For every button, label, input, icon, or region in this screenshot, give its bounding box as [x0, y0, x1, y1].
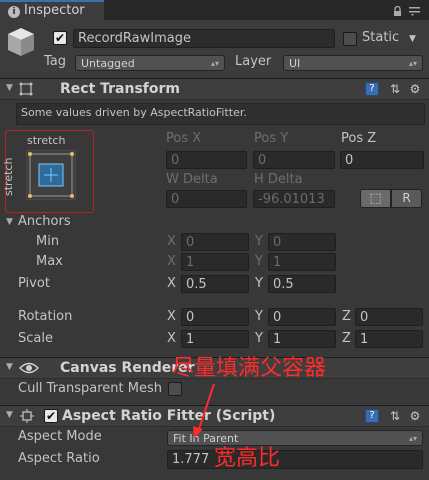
blueprint-mode-button[interactable]: ⬚ — [360, 189, 391, 208]
anchors-label: Anchors — [18, 214, 71, 229]
min-y-axis-label: Y — [255, 234, 263, 249]
anchors-foldout-icon[interactable]: ▼ — [6, 217, 13, 227]
active-checkbox[interactable]: ✔ — [53, 31, 67, 45]
anchor-preset-icon — [25, 149, 77, 201]
blueprint-icon: ⬚ — [369, 191, 382, 206]
h-delta-field: -96.01013 — [253, 190, 335, 208]
rotation-x-field[interactable]: 0 — [181, 308, 249, 326]
foldout-arrow-icon[interactable]: ▼ — [6, 362, 13, 372]
rotation-label: Rotation — [18, 309, 73, 324]
pivot-x-field[interactable]: 0.5 — [181, 275, 249, 293]
foldout-arrow-icon[interactable]: ▼ — [6, 83, 13, 93]
anchor-min-x-field: 0 — [181, 233, 249, 251]
aspect-ratio-enabled-checkbox[interactable]: ✔ — [44, 409, 58, 423]
h-delta-label: H Delta — [254, 172, 303, 187]
tab-inspector[interactable]: i Inspector — [0, 0, 104, 20]
rect-transform-icon — [19, 82, 33, 96]
scale-z-field[interactable]: 1 — [355, 330, 423, 348]
rotation-z-axis-label: Z — [342, 309, 351, 324]
aspect-ratio-label: Aspect Ratio — [18, 451, 100, 466]
raw-edit-label: R — [402, 191, 411, 205]
foldout-arrow-icon[interactable]: ▼ — [6, 410, 13, 420]
max-label: Max — [36, 254, 63, 269]
pos-x-field: 0 — [166, 151, 247, 169]
annotation-aspect-ratio: 宽高比 — [214, 446, 281, 471]
aspect-mode-label: Aspect Mode — [18, 429, 102, 444]
help-book-icon[interactable]: ? — [365, 409, 379, 423]
w-delta-label: W Delta — [166, 172, 218, 187]
pivot-y-field[interactable]: 0.5 — [268, 275, 336, 293]
gear-icon[interactable]: ⚙ — [408, 82, 422, 96]
tag-label: Tag — [44, 54, 67, 69]
static-dropdown-arrow-icon[interactable]: ▼ — [409, 34, 416, 44]
help-book-icon[interactable]: ? — [365, 82, 379, 96]
object-name-field[interactable]: RecordRawImage — [73, 29, 335, 48]
anchor-max-y-field: 1 — [268, 253, 336, 271]
annotation-arrow — [190, 382, 220, 440]
info-note-text: Some values driven by AspectRatioFitter. — [21, 106, 247, 119]
preset-side-label: stretch — [2, 157, 15, 196]
max-x-axis-label: X — [167, 254, 176, 269]
rotation-y-axis-label: Y — [255, 309, 263, 324]
aspect-ratio-fitter-title: Aspect Ratio Fitter (Script) — [62, 408, 276, 424]
layer-dropdown[interactable]: UI ▴▾ — [283, 55, 423, 71]
layer-label: Layer — [235, 54, 272, 69]
scale-x-axis-label: X — [167, 331, 176, 346]
preset-sliders-icon[interactable]: ⇅ — [388, 409, 402, 423]
static-checkbox[interactable] — [343, 32, 357, 46]
rotation-y-field[interactable]: 0 — [268, 308, 336, 326]
pos-y-field: 0 — [253, 151, 335, 169]
dropdown-arrows-icon: ▴▾ — [408, 59, 417, 68]
raw-edit-button[interactable]: R — [391, 189, 422, 208]
pos-x-label: Pos X — [166, 131, 202, 146]
gameobject-cube-icon — [6, 26, 36, 58]
cull-transparent-checkbox[interactable] — [168, 382, 182, 396]
anchor-min-y-field: 0 — [268, 233, 336, 251]
pos-z-label: Pos Z — [341, 131, 377, 146]
scale-label: Scale — [18, 331, 53, 346]
annotation-fill-parent: 尽量填满父容器 — [172, 356, 327, 381]
scale-z-axis-label: Z — [342, 331, 351, 346]
pivot-label: Pivot — [18, 276, 50, 291]
gear-icon[interactable]: ⚙ — [408, 409, 422, 423]
dropdown-arrows-icon: ▴▾ — [408, 434, 417, 443]
tag-value: Untagged — [81, 57, 135, 70]
min-label: Min — [36, 234, 60, 249]
cull-transparent-label: Cull Transparent Mesh — [18, 381, 162, 396]
static-label: Static — [362, 30, 400, 45]
scale-y-field[interactable]: 1 — [268, 330, 336, 348]
script-component-icon — [20, 409, 34, 423]
pos-z-field[interactable]: 0 — [340, 151, 424, 169]
tab-label: Inspector — [24, 3, 85, 18]
layer-value: UI — [289, 57, 301, 70]
anchor-max-x-field: 1 — [181, 253, 249, 271]
info-note-box: Some values driven by AspectRatioFitter. — [16, 103, 425, 125]
aspect-ratio-field[interactable]: 1.777 — [167, 450, 423, 469]
scale-x-field[interactable]: 1 — [181, 330, 249, 348]
rect-transform-title: Rect Transform — [60, 81, 181, 97]
min-x-axis-label: X — [167, 234, 176, 249]
eye-icon — [19, 361, 39, 375]
scale-y-axis-label: Y — [255, 331, 263, 346]
lock-icon[interactable] — [393, 5, 402, 16]
tag-dropdown[interactable]: Untagged ▴▾ — [75, 55, 225, 71]
menu-icon[interactable] — [409, 5, 421, 16]
preset-sliders-icon[interactable]: ⇅ — [388, 82, 402, 96]
dropdown-arrows-icon: ▴▾ — [210, 59, 219, 68]
rotation-z-field[interactable]: 0 — [355, 308, 423, 326]
w-delta-field: 0 — [166, 190, 247, 208]
rotation-x-axis-label: X — [167, 309, 176, 324]
info-icon: i — [8, 6, 20, 18]
max-y-axis-label: Y — [255, 254, 263, 269]
pivot-y-axis-label: Y — [255, 276, 263, 291]
pos-y-label: Pos Y — [254, 131, 289, 146]
pivot-x-axis-label: X — [167, 276, 176, 291]
preset-top-label: stretch — [27, 134, 66, 147]
